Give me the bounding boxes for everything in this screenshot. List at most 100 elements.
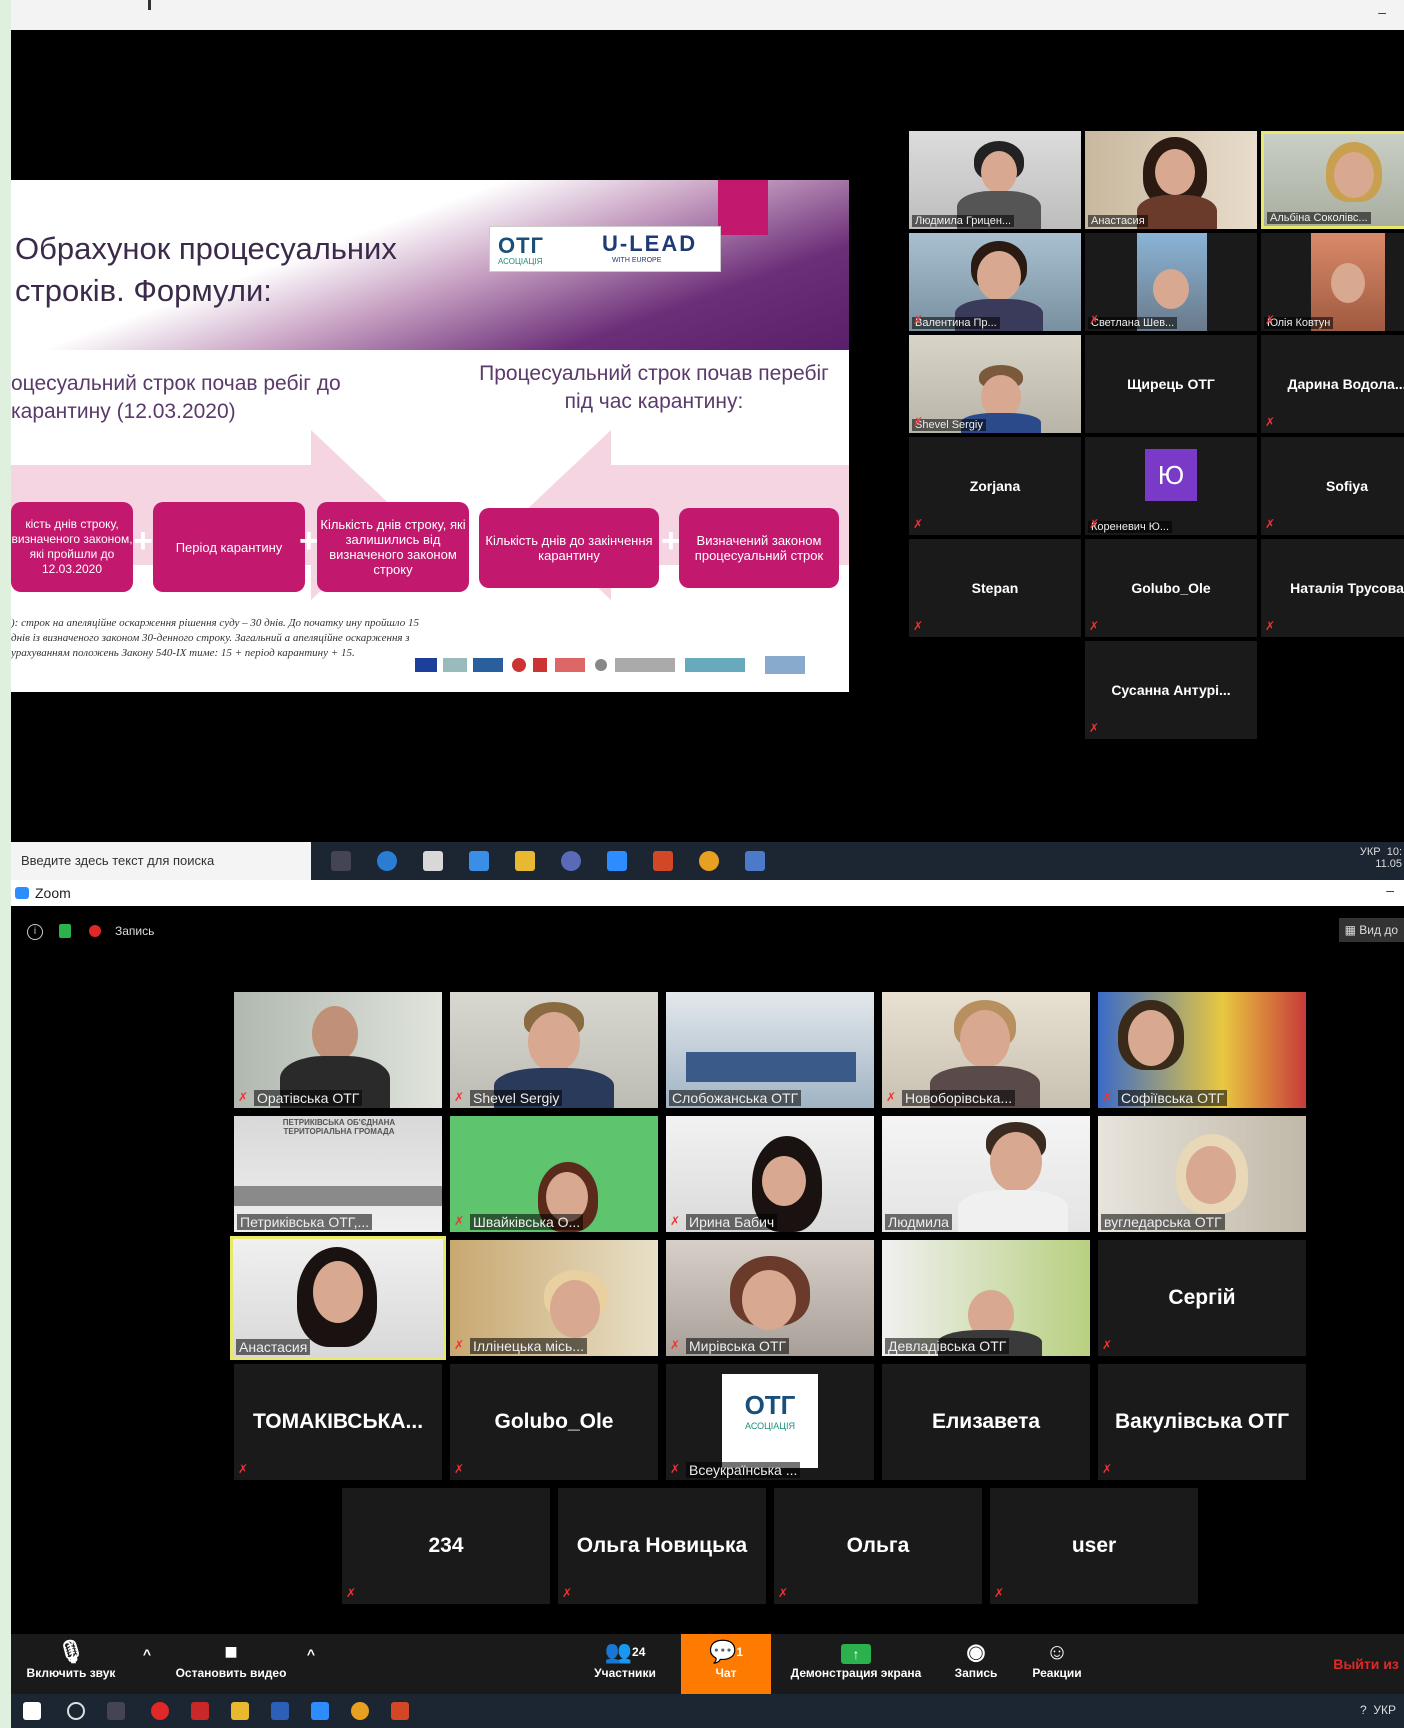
participant-tile[interactable]: Валентина Пр... ✗ — [909, 233, 1081, 331]
participant-name: Сергій — [1168, 1286, 1236, 1309]
participant-tile[interactable]: ✗ Новоборівська... — [882, 992, 1090, 1108]
participant-tile[interactable]: ✗ Іллінецька місь... — [450, 1240, 658, 1356]
powerpoint-icon[interactable] — [653, 851, 673, 871]
mail-icon[interactable] — [469, 851, 489, 871]
chat-button[interactable]: 💬1 Чат — [681, 1634, 771, 1694]
gallery-view-icon: ▦ — [1344, 923, 1360, 937]
participant-tile[interactable]: Дарина Водола... ✗ — [1261, 335, 1404, 433]
powerpoint-icon[interactable] — [391, 1702, 409, 1720]
language-indicator[interactable]: УКР — [1373, 1703, 1396, 1717]
unmute-button[interactable]: 🎙 Включить звук — [11, 1634, 131, 1694]
participant-tile[interactable]: Наталія Трусова ✗ — [1261, 539, 1404, 637]
participant-tile[interactable]: Shevel Sergiy ✗ — [909, 335, 1081, 433]
participant-name: Shevel Sergiy — [912, 419, 986, 431]
participant-tile[interactable]: ТОМАКІВСЬКА... ✗ — [234, 1364, 442, 1480]
chrome-icon[interactable] — [351, 1702, 369, 1720]
participant-name: Анастасия — [236, 1339, 311, 1355]
participant-tile[interactable]: Светлана Шев... ✗ — [1085, 233, 1257, 331]
participant-tile[interactable]: Девладівська ОТГ — [882, 1240, 1090, 1356]
participant-tile[interactable]: ✗ Швайківська О... — [450, 1116, 658, 1232]
participant-tile[interactable]: Елизавета — [882, 1364, 1090, 1480]
participant-tile-active-speaker[interactable]: Альбіна Соколівс... — [1261, 131, 1404, 229]
avatar: Ю — [1145, 449, 1197, 501]
participants-button[interactable]: 👥24 Участники — [577, 1634, 673, 1694]
formula-box-1: кість днів строку, визначеного законом, … — [11, 502, 133, 592]
file-explorer-icon[interactable] — [231, 1702, 249, 1720]
participant-tile[interactable]: ✗ Мирівська ОТГ — [666, 1240, 874, 1356]
participant-tile[interactable]: Stepan ✗ — [909, 539, 1081, 637]
participant-tile[interactable]: Sofiya ✗ — [1261, 437, 1404, 535]
formula-box-2: Період карантину — [153, 502, 305, 592]
record-button[interactable]: ◉ Запись — [941, 1634, 1011, 1694]
pdf-reader-icon[interactable] — [191, 1702, 209, 1720]
windows-taskbar: ? УКР — [11, 1694, 1404, 1728]
participant-tile[interactable]: Людмила — [882, 1116, 1090, 1232]
recording-label: Запись — [115, 924, 155, 938]
participant-tile[interactable]: Ю Кореневич Ю... ✗ — [1085, 437, 1257, 535]
participant-tile[interactable]: user ✗ — [990, 1488, 1198, 1604]
participant-tile[interactable]: Юлія Ковтун ✗ — [1261, 233, 1404, 331]
app-icon[interactable] — [561, 851, 581, 871]
participant-tile[interactable]: 234 ✗ — [342, 1488, 550, 1604]
participant-name: 234 — [428, 1534, 464, 1557]
participant-tile[interactable]: ✗ Оратівська ОТГ — [234, 992, 442, 1108]
chrome-icon[interactable] — [699, 851, 719, 871]
participant-tile[interactable]: Zorjana ✗ — [909, 437, 1081, 535]
participant-tile[interactable]: ОТГ АСОЦІАЦІЯ ✗ Всеукраїнська ... — [666, 1364, 874, 1480]
task-view-icon[interactable] — [107, 1702, 125, 1720]
record-icon: ◉ — [966, 1639, 986, 1664]
participant-tile[interactable]: Сергій ✗ — [1098, 1240, 1306, 1356]
participant-tile[interactable]: Golubo_Ole ✗ — [450, 1364, 658, 1480]
audio-options-caret[interactable]: ^ — [137, 1634, 157, 1694]
share-screen-button[interactable]: ↑ Демонстрация экрана — [781, 1634, 931, 1694]
participant-tile[interactable]: Сусанна Антурі... ✗ — [1085, 641, 1257, 739]
stop-video-button[interactable]: ■ Остановить видео — [161, 1634, 301, 1694]
help-icon[interactable]: ? — [1360, 1703, 1367, 1717]
search-icon[interactable] — [67, 1702, 85, 1720]
zoom-taskbar-icon[interactable] — [311, 1702, 329, 1720]
taskbar-search-input[interactable]: Введите здесь текст для поиска — [11, 842, 311, 880]
leave-meeting-button[interactable]: Выйти из — [1321, 1634, 1404, 1694]
participant-name: Светлана Шев... — [1088, 317, 1178, 329]
minimize-icon[interactable]: – — [1386, 882, 1394, 898]
participant-tile[interactable]: Щирець ОТГ — [1085, 335, 1257, 433]
minimize-icon[interactable]: – — [1378, 4, 1386, 20]
lock-icon[interactable] — [59, 924, 71, 938]
video-options-caret[interactable]: ^ — [301, 1634, 321, 1694]
edge-icon[interactable] — [377, 851, 397, 871]
clock-time[interactable]: 10: — [1387, 846, 1402, 858]
language-indicator[interactable]: УКР — [1360, 846, 1381, 858]
zoom-taskbar-icon[interactable] — [607, 851, 627, 871]
reactions-button[interactable]: ☺ Реакции — [1017, 1634, 1097, 1694]
formula-box-5: Визначений законом процесуальний строк — [679, 508, 839, 588]
participant-tile[interactable]: ✗ Shevel Sergiy — [450, 992, 658, 1108]
participant-tile[interactable]: Ольга ✗ — [774, 1488, 982, 1604]
info-icon[interactable]: i — [27, 924, 43, 940]
opera-icon[interactable] — [151, 1702, 169, 1720]
participant-tile[interactable]: Golubo_Ole ✗ — [1085, 539, 1257, 637]
muted-mic-icon: ✗ — [1089, 517, 1100, 531]
windows-start-icon[interactable] — [23, 1702, 41, 1720]
file-explorer-icon[interactable] — [515, 851, 535, 871]
participant-tile[interactable]: Анастасия — [1085, 131, 1257, 229]
clock-date[interactable]: 11.05 — [1375, 858, 1402, 870]
plus-sign: + — [299, 522, 319, 560]
store-icon[interactable] — [423, 851, 443, 871]
ulead-logo-sub: WITH EUROPE — [612, 257, 662, 264]
task-view-icon[interactable] — [331, 851, 351, 871]
participant-tile[interactable]: ✗ Софіївська ОТГ — [1098, 992, 1306, 1108]
participant-tile[interactable]: Ольга Новицька ✗ — [558, 1488, 766, 1604]
participant-name: Stepan — [971, 580, 1019, 596]
app-icon[interactable] — [745, 851, 765, 871]
participant-tile[interactable]: Вакулівська ОТГ ✗ — [1098, 1364, 1306, 1480]
word-icon[interactable] — [271, 1702, 289, 1720]
participant-tile[interactable]: Слобожанська ОТГ — [666, 992, 874, 1108]
view-button[interactable]: ▦ Вид до — [1338, 918, 1404, 942]
participant-name: Zorjana — [969, 478, 1021, 494]
reactions-icon: ☺ — [1045, 1639, 1069, 1664]
participant-tile[interactable]: вугледарська ОТГ — [1098, 1116, 1306, 1232]
participant-tile[interactable]: ПЕТРИКІВСЬКА ОБ'ЄДНАНА ТЕРИТОРІАЛЬНА ГРО… — [234, 1116, 442, 1232]
participant-tile[interactable]: ✗ Ирина Бабич — [666, 1116, 874, 1232]
participant-tile[interactable]: Людмила Грицен... — [909, 131, 1081, 229]
participant-tile-active-speaker[interactable]: Анастасия — [230, 1236, 446, 1360]
